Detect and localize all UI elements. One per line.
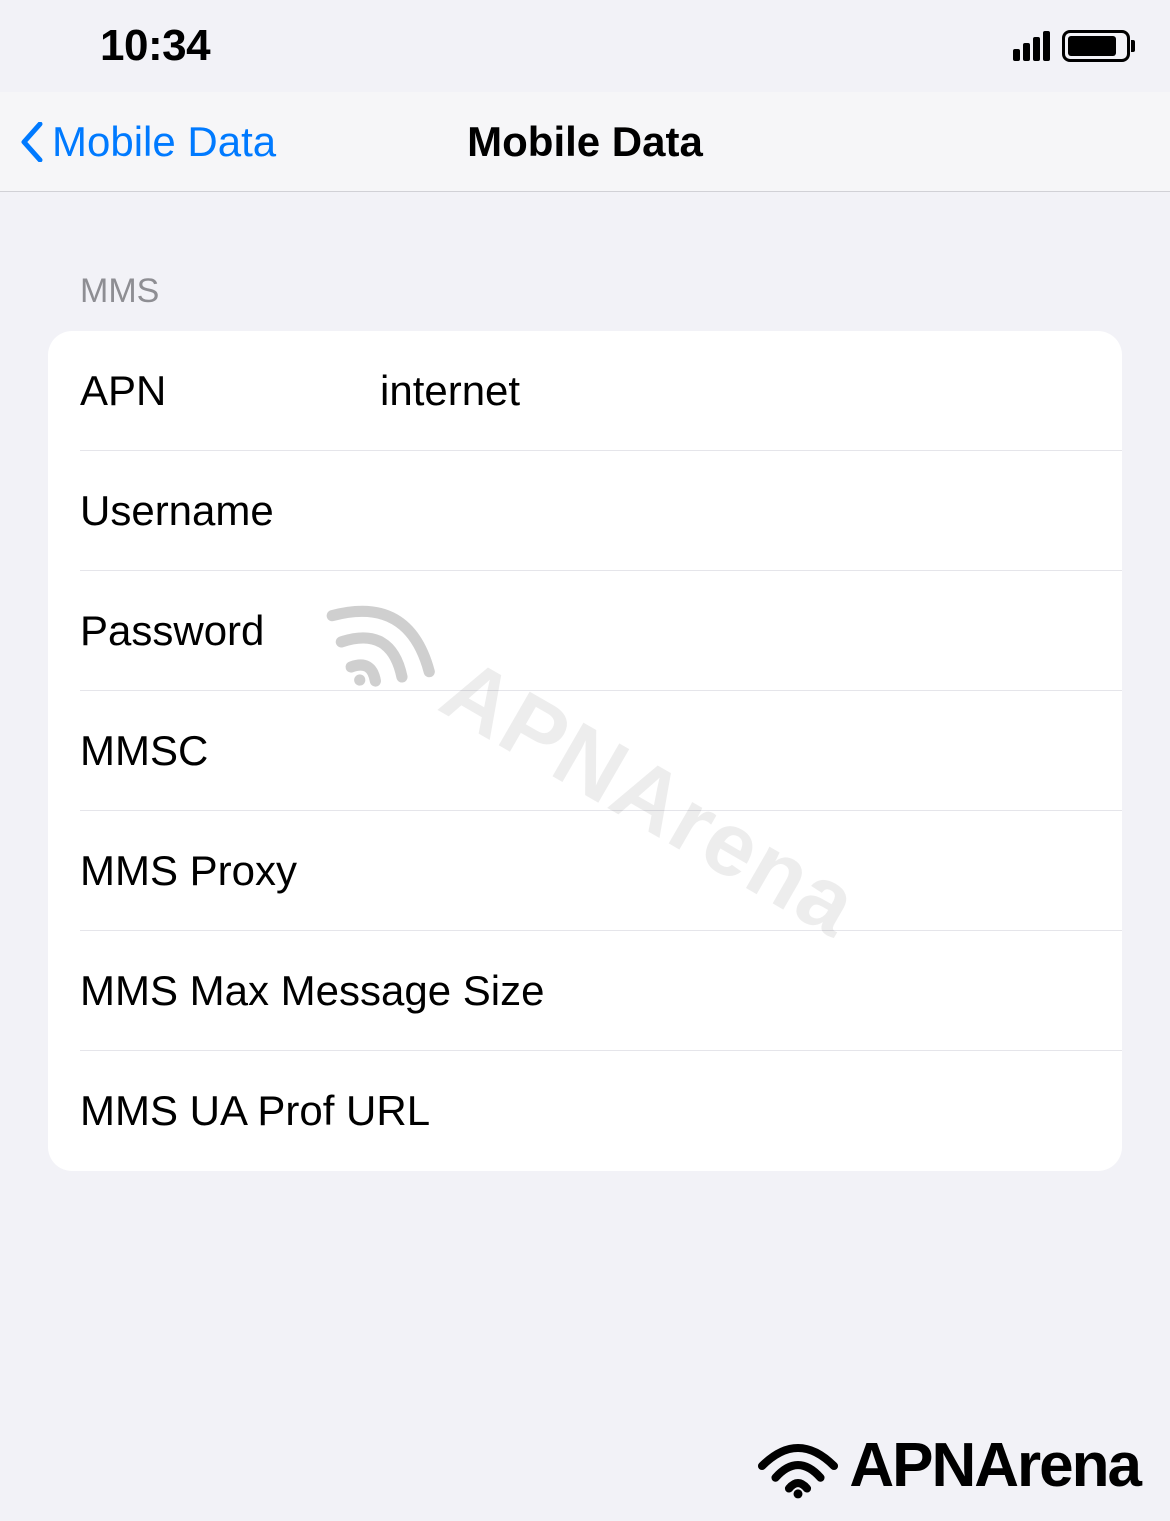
back-label: Mobile Data [52, 118, 276, 166]
footer-brand: APNArena [753, 1430, 1140, 1501]
username-label: Username [80, 487, 380, 535]
username-field[interactable] [380, 487, 1090, 535]
page-title: Mobile Data [467, 118, 703, 166]
footer-brand-text: APNArena [849, 1430, 1140, 1501]
apn-label: APN [80, 367, 380, 415]
mmsc-row[interactable]: MMSC [48, 691, 1122, 811]
wifi-icon [753, 1431, 843, 1501]
mms-proxy-label: MMS Proxy [80, 847, 380, 895]
mms-max-size-row[interactable]: MMS Max Message Size [48, 931, 1122, 1051]
chevron-left-icon [20, 122, 44, 162]
status-bar: 10:34 [0, 0, 1170, 92]
settings-group-mms: APN Username Password MMSC MMS Proxy MMS… [48, 331, 1122, 1171]
navigation-bar: Mobile Data Mobile Data [0, 92, 1170, 192]
mms-proxy-field[interactable] [380, 847, 1090, 895]
apn-field[interactable] [380, 367, 1090, 415]
mms-ua-prof-label: MMS UA Prof URL [80, 1087, 1090, 1135]
section-header-mms: MMS [48, 272, 1122, 311]
mms-ua-prof-row[interactable]: MMS UA Prof URL [48, 1051, 1122, 1171]
mms-proxy-row[interactable]: MMS Proxy [48, 811, 1122, 931]
status-time: 10:34 [100, 21, 210, 71]
battery-icon [1062, 30, 1130, 62]
password-label: Password [80, 607, 380, 655]
username-row[interactable]: Username [48, 451, 1122, 571]
password-row[interactable]: Password [48, 571, 1122, 691]
password-field[interactable] [380, 607, 1090, 655]
mms-max-size-label: MMS Max Message Size [80, 967, 1090, 1015]
content-area: MMS APN Username Password MMSC MMS Proxy… [0, 192, 1170, 1171]
mmsc-field[interactable] [380, 727, 1090, 775]
mmsc-label: MMSC [80, 727, 380, 775]
back-button[interactable]: Mobile Data [20, 118, 276, 166]
cellular-signal-icon [1013, 31, 1050, 61]
apn-row[interactable]: APN [48, 331, 1122, 451]
status-icons [1013, 30, 1130, 62]
